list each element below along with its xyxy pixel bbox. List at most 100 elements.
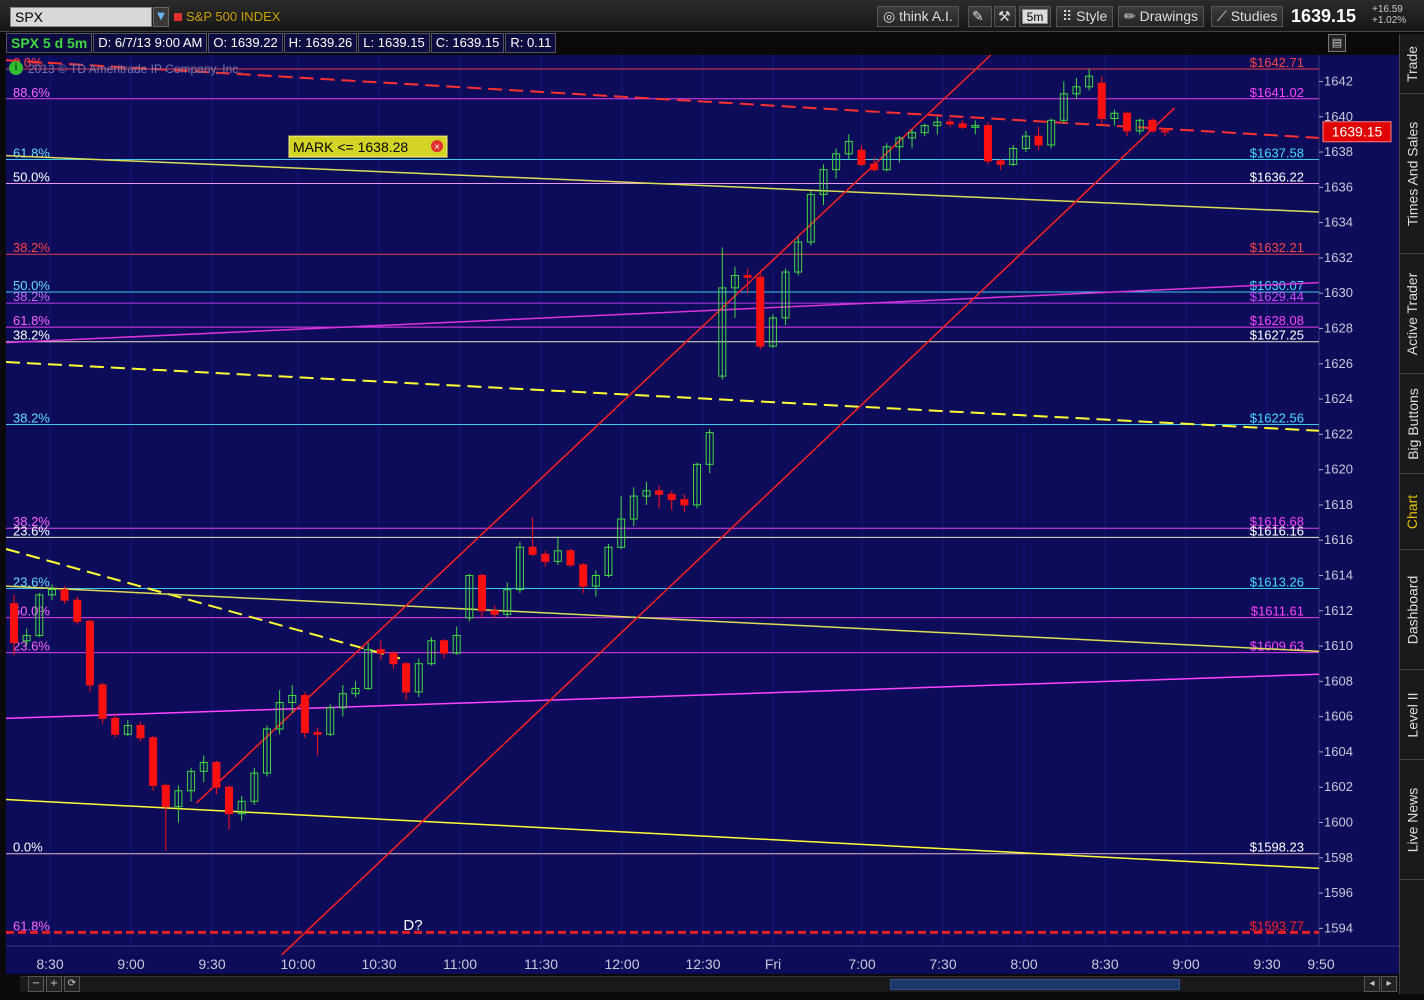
side-tab-label: Times And Sales (1404, 121, 1421, 226)
fib-price-label: $1611.61 (1251, 604, 1304, 619)
style-button[interactable]: ⠿ Style (1056, 6, 1114, 27)
candle-body (1123, 112, 1132, 132)
price-tick-label: 1636 (1324, 179, 1353, 194)
info-icon[interactable]: i (9, 61, 23, 75)
candle-body (376, 649, 385, 654)
symbol-input[interactable]: SPX (10, 7, 152, 27)
side-tabs: Trade Times And Sales Active Trader Big But… (1399, 34, 1424, 994)
price-tick-label: 1610 (1324, 638, 1353, 653)
chart-window: 0.0% $1642.71 88.6% $1641.02 61.8% $1637.58 50… (0, 0, 1424, 1000)
ohlc-info-strip: SPX 5 d 5m D: 6/7/13 9:00 AM O: 1639.22 … (6, 33, 557, 53)
price-tick-label: 1626 (1324, 356, 1353, 371)
fib-pct-label: 38.2% (13, 410, 50, 425)
fib-pct-label: 61.8% (13, 313, 50, 328)
fib-price-label: $1628.08 (1250, 313, 1304, 328)
scroll-left-button[interactable]: ◂ (1364, 976, 1380, 992)
price-tick-label: 1638 (1324, 144, 1353, 159)
candle-body (1161, 130, 1169, 133)
candle-body (996, 160, 1005, 165)
candle-body (477, 574, 486, 612)
price-tick-label: 1616 (1324, 532, 1353, 547)
time-tick-label: 12:00 (604, 956, 639, 972)
fib-price-label: $1593.77 (1250, 918, 1304, 933)
price-tick-label: 1594 (1324, 920, 1353, 935)
price-tick-label: 1624 (1324, 391, 1353, 406)
candle-body (136, 724, 145, 739)
time-tick-label: 8:30 (1091, 956, 1118, 972)
time-tick-label: Fri (765, 956, 781, 972)
candle-body (655, 490, 664, 495)
timeframe-button[interactable]: 5m (1019, 6, 1051, 27)
candle-body (111, 717, 120, 735)
style-icon: ⠿ (1062, 8, 1073, 24)
candle-body (313, 732, 322, 735)
last-price: 1639.15 (1291, 6, 1357, 26)
zoom-in-button[interactable]: + (46, 976, 62, 992)
time-tick-label: 9:00 (117, 956, 144, 972)
candle-body (212, 762, 221, 788)
side-tab-label: Level II (1404, 691, 1421, 738)
fib-price-label: $1598.23 (1250, 840, 1304, 855)
tools-icon-button[interactable]: ✎ (968, 6, 992, 27)
pattern-label: D? (403, 917, 422, 934)
studies-button[interactable]: ⟋ Studies (1211, 6, 1284, 27)
candle-body (402, 663, 411, 693)
price-tick-label: 1606 (1324, 709, 1353, 724)
side-tab-label: Live News (1404, 787, 1421, 852)
mark-label: MARK <= 1638.28 (293, 139, 408, 155)
tools-icon: ✎ (972, 8, 984, 24)
side-tab-label: Dashboard (1404, 575, 1421, 644)
toolbar: SPX ▼ S&P 500 INDEX ◎ think A.I. ✎ ⚒ 5m … (0, 0, 1424, 32)
price-tick-label: 1634 (1324, 215, 1353, 230)
symbol-dropdown-button[interactable]: ▼ (153, 7, 169, 27)
drawings-label: Drawings (1139, 8, 1198, 24)
fib-price-label: $1632.21 (1250, 240, 1304, 255)
fib-price-label: $1616.16 (1250, 523, 1304, 538)
horizontal-scrollbar[interactable] (20, 976, 1398, 992)
fib-pct-label: 61.8% (13, 145, 50, 160)
candle-body (98, 684, 107, 719)
candle-body (1034, 135, 1043, 146)
price-tick-label: 1622 (1324, 426, 1353, 441)
settings-icon-button[interactable]: ⚒ (994, 6, 1016, 27)
time-tick-label: 8:30 (36, 956, 63, 972)
price-tick-label: 1612 (1324, 603, 1353, 618)
time-tick-label: 9:30 (198, 956, 225, 972)
bar-close: C: 1639.15 (430, 33, 505, 53)
side-tab-live-news[interactable]: Live News (1400, 760, 1424, 880)
side-tab-chart[interactable]: Chart (1400, 474, 1424, 550)
side-tab-dashboard[interactable]: Dashboard (1400, 550, 1424, 670)
side-tab-active-trader[interactable]: Active Trader (1400, 254, 1424, 374)
reset-button[interactable]: ⟳ (64, 976, 80, 992)
price-tick-label: 1630 (1324, 285, 1353, 300)
fib-pct-label: 0.0% (13, 840, 43, 855)
drawings-button[interactable]: ✏ Drawings (1118, 6, 1204, 27)
flag-icon (174, 13, 182, 21)
candle-body (440, 640, 449, 654)
fib-price-label: $1629.44 (1250, 289, 1304, 304)
studies-label: Studies (1230, 8, 1278, 24)
side-tab-trade[interactable]: Trade (1400, 34, 1424, 94)
side-tab-label: Active Trader (1404, 272, 1421, 355)
zoom-out-button[interactable]: − (28, 976, 44, 992)
side-tab-level-ii[interactable]: Level II (1400, 670, 1424, 760)
bar-date: D: 6/7/13 9:00 AM (93, 33, 208, 53)
think-ai-button[interactable]: ◎ think A.I. (877, 6, 959, 27)
candle-body (73, 599, 82, 622)
price-tick-label: 1604 (1324, 744, 1353, 759)
current-price-label: 1639.15 (1332, 124, 1383, 140)
scroll-right-button[interactable]: ▸ (1381, 976, 1397, 992)
time-tick-label: 7:00 (848, 956, 875, 972)
candle-body (300, 694, 309, 734)
expand-icon[interactable]: ▤ (1328, 34, 1346, 52)
candle-body (680, 499, 689, 506)
price-chart[interactable]: 0.0% $1642.71 88.6% $1641.02 61.8% $1637.58 50… (0, 0, 1424, 1000)
studies-icon: ⟋ (1217, 8, 1227, 24)
side-tab-big-buttons[interactable]: Big Buttons (1400, 374, 1424, 474)
fib-price-label: $1636.22 (1250, 169, 1304, 184)
side-tab-times-and-sales[interactable]: Times And Sales (1400, 94, 1424, 254)
candle-body (225, 786, 234, 815)
bar-open: O: 1639.22 (208, 33, 283, 53)
scroll-thumb[interactable] (890, 979, 1180, 990)
study-name: SPX 5 d 5m (6, 33, 93, 53)
